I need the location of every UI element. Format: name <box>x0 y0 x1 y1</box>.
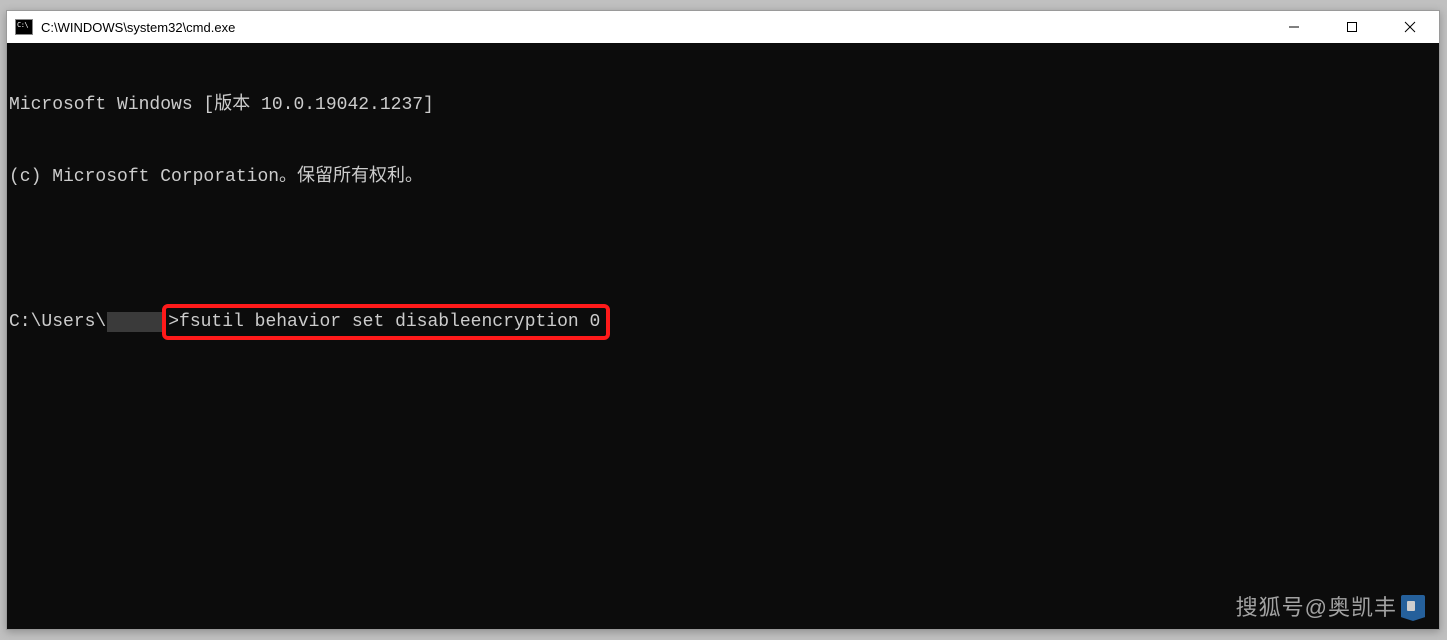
command-highlight-box: >fsutil behavior set disableencryption 0 <box>162 304 610 340</box>
close-icon <box>1404 21 1416 33</box>
window-controls <box>1265 11 1439 43</box>
console-area[interactable]: Microsoft Windows [版本 10.0.19042.1237] (… <box>7 43 1439 629</box>
console-prompt-line: C:\Users\ >fsutil behavior set disableenc… <box>9 309 1439 335</box>
desktop-background: C:\WINDOWS\system32\cmd.exe Microsoft Wi… <box>0 0 1447 640</box>
redacted-username <box>107 312 163 332</box>
watermark: 搜狐号@奥凯丰 <box>1236 595 1425 621</box>
cmd-icon <box>15 19 33 35</box>
console-copyright-line: (c) Microsoft Corporation。保留所有权利。 <box>9 165 1439 189</box>
maximize-button[interactable] <box>1323 11 1381 43</box>
watermark-logo-icon <box>1401 595 1425 621</box>
console-version-line: Microsoft Windows [版本 10.0.19042.1237] <box>9 93 1439 117</box>
close-button[interactable] <box>1381 11 1439 43</box>
prompt-path-prefix: C:\Users\ <box>9 310 106 334</box>
prompt-chevron: > <box>168 312 179 332</box>
cmd-window: C:\WINDOWS\system32\cmd.exe Microsoft Wi… <box>6 10 1440 630</box>
watermark-text: 搜狐号@奥凯丰 <box>1236 596 1397 620</box>
titlebar[interactable]: C:\WINDOWS\system32\cmd.exe <box>7 11 1439 43</box>
maximize-icon <box>1346 21 1358 33</box>
window-title: C:\WINDOWS\system32\cmd.exe <box>41 20 1265 35</box>
minimize-icon <box>1288 21 1300 33</box>
console-blank-line <box>9 237 1439 261</box>
minimize-button[interactable] <box>1265 11 1323 43</box>
typed-command: fsutil behavior set disableencryption 0 <box>179 312 600 332</box>
